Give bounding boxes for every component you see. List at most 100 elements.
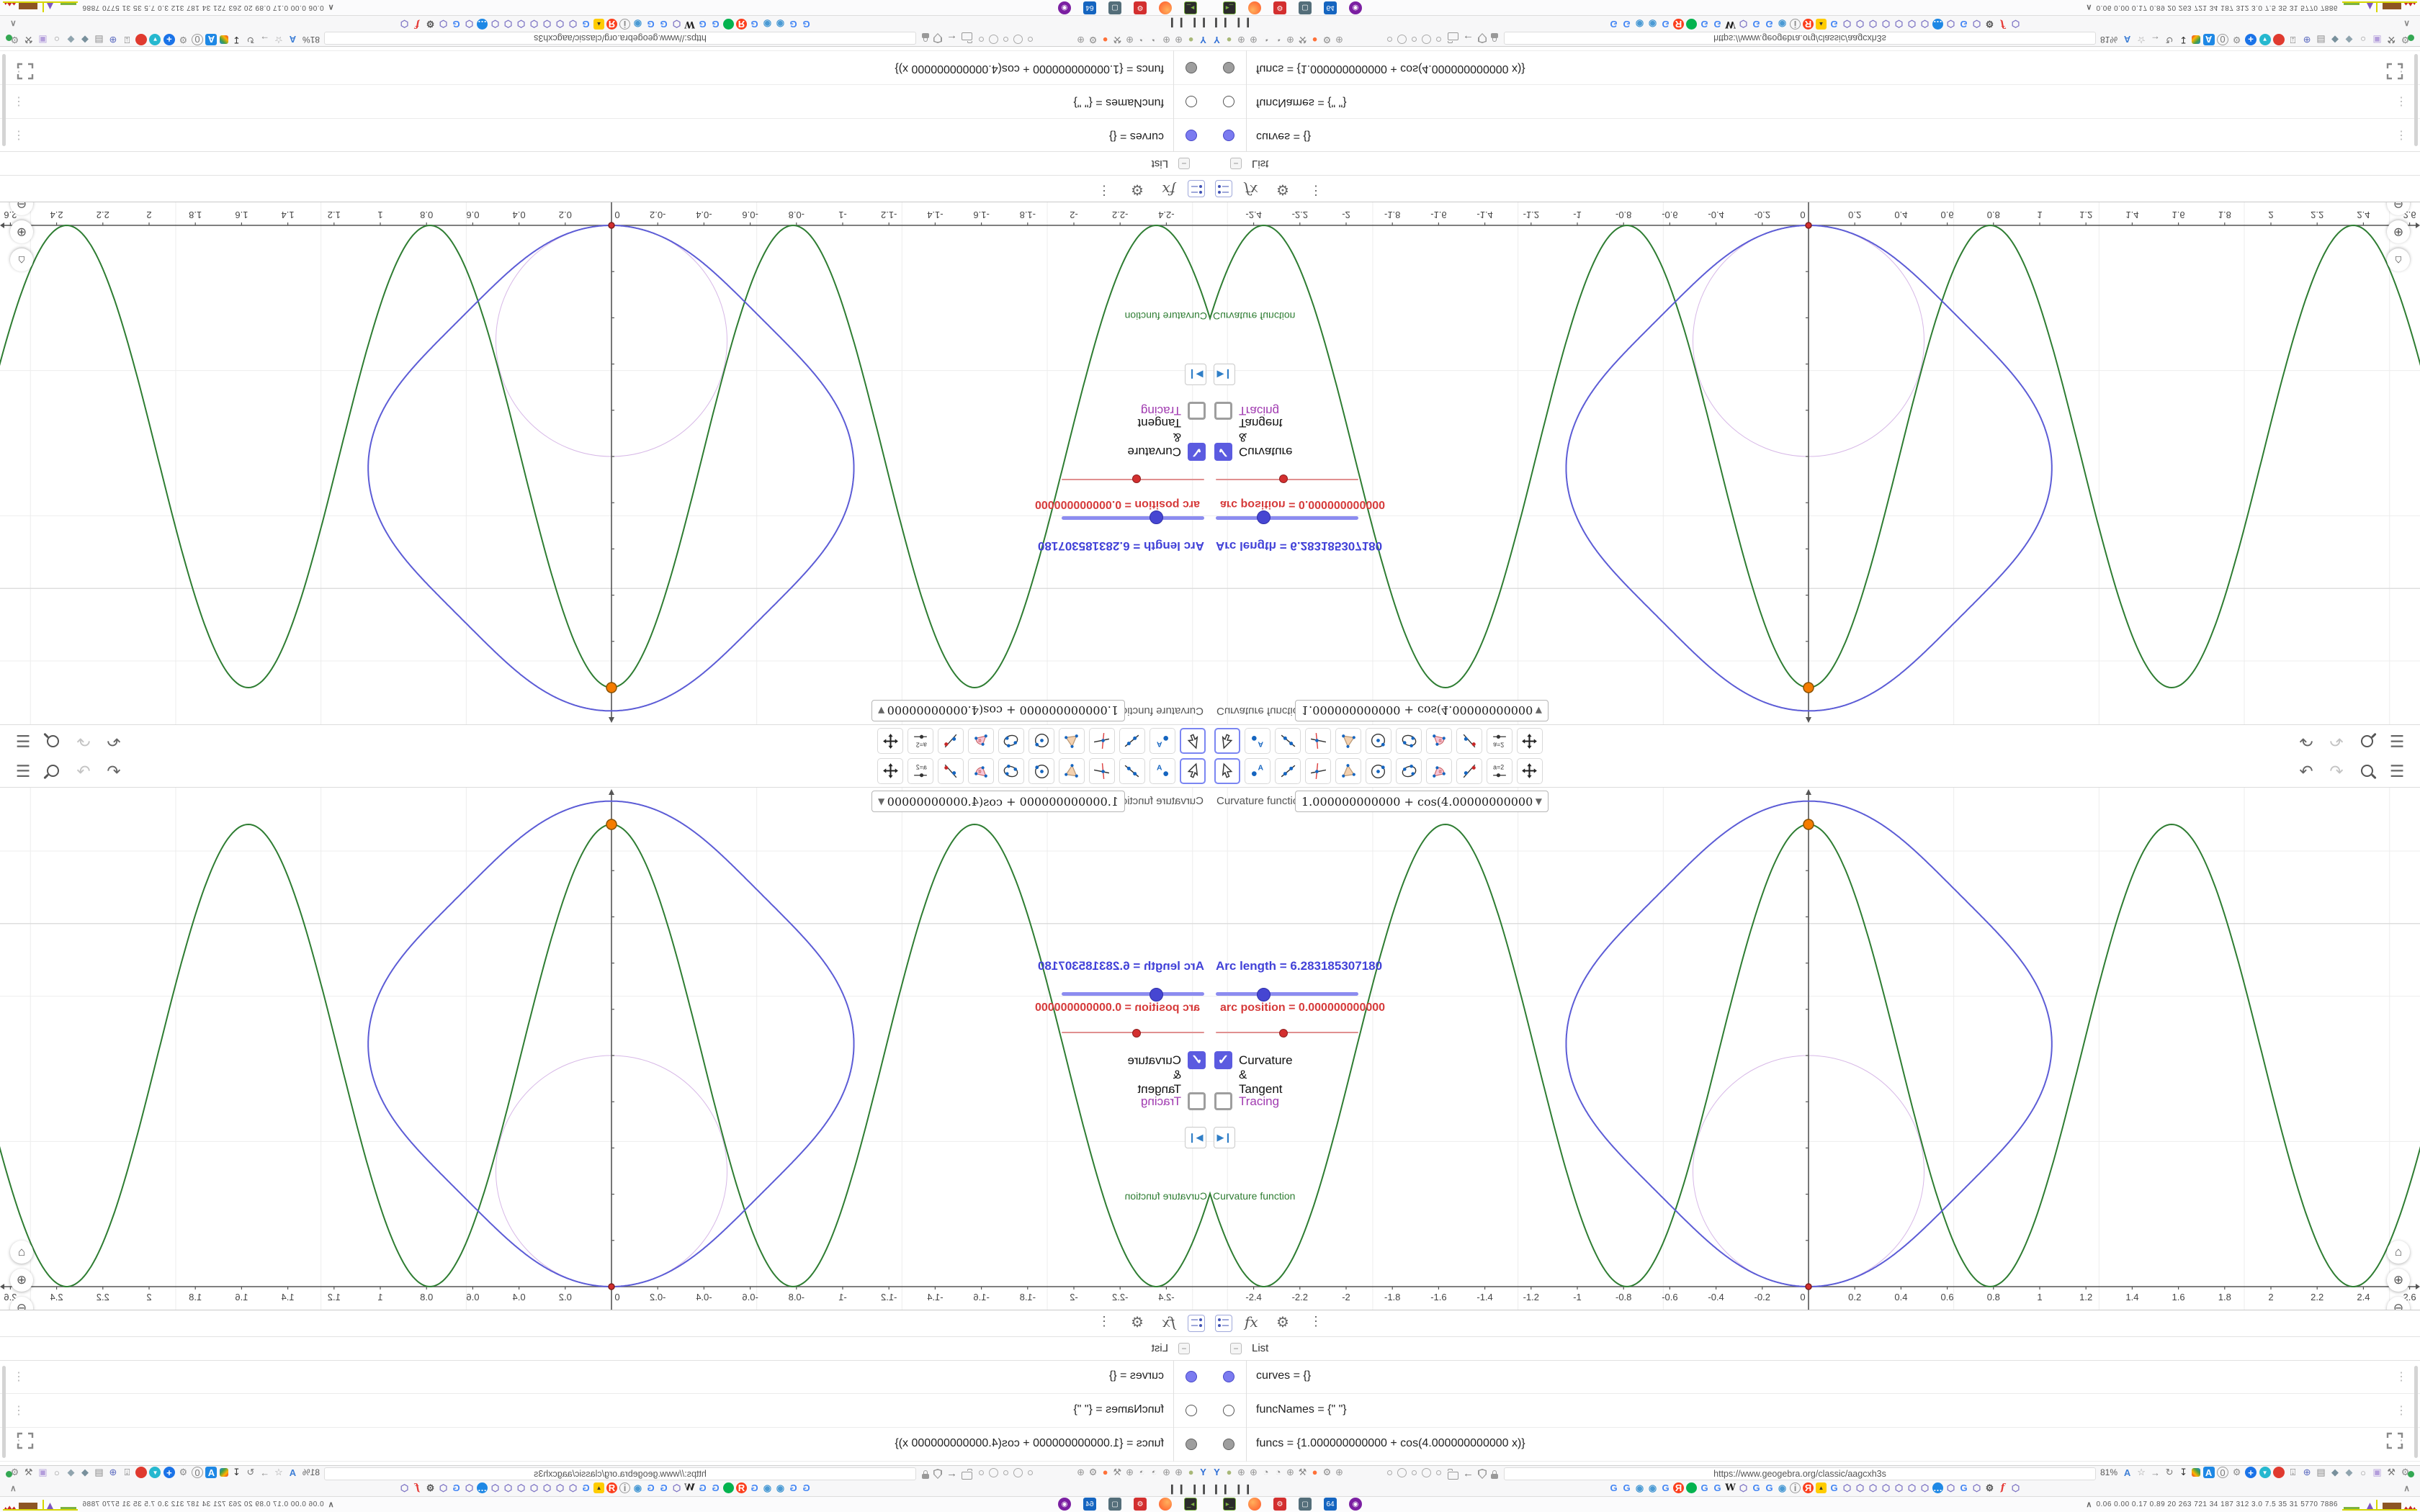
curvature-tangent-checkbox[interactable]: ✓ [1188,443,1206,461]
tool-move-button[interactable] [1180,758,1206,784]
shield-badge-icon[interactable]: ◆ [65,34,76,45]
star-icon[interactable]: ☆ [2136,34,2147,45]
vpn-down-icon[interactable]: ▼ [2259,1467,2271,1478]
tab-dot-icon[interactable] [1422,35,1431,44]
menu-icon[interactable]: ☰ [2387,730,2407,752]
algebra-scrollbar[interactable] [2,1366,6,1458]
shield-icon[interactable] [1478,33,1487,43]
shield-badge-icon[interactable]: ◆ [2344,1467,2355,1478]
arc-length-slider-knob[interactable] [1257,988,1270,1002]
reload-icon[interactable]: ↻ [245,34,256,45]
visibility-toggle-curves[interactable] [1186,1371,1197,1382]
arc-position-slider-knob[interactable] [1132,474,1141,483]
arc-position-slider[interactable] [1216,474,1358,483]
page-zoom-level[interactable]: 81% [2100,35,2118,45]
page-zoom-level[interactable]: 81% [302,35,320,45]
geogebra-icon[interactable]: ⬡ [1894,1482,1904,1493]
google-g-icon[interactable]: G [658,1482,669,1493]
clipboard-icon[interactable]: ▤ [2316,34,2327,45]
google-g-icon[interactable]: G [1621,1482,1632,1493]
globe-icon[interactable]: ⊕ [1075,35,1086,46]
sphere-icon[interactable]: ◉ [762,19,773,30]
puzzle-icon[interactable]: ▣ [37,34,48,45]
highlighter-icon[interactable] [2192,1468,2201,1477]
tab-dot-icon[interactable] [989,1468,998,1477]
chat-icon[interactable]: … [1932,1482,1943,1493]
octopus-icon[interactable] [1686,19,1697,30]
fred-icon[interactable]: f [412,1482,423,1493]
geogebra-icon[interactable]: ⬡ [490,19,501,30]
google-g-icon[interactable]: G [581,19,591,30]
record-icon[interactable] [135,1467,147,1478]
geogebra-icon[interactable]: ⬡ [1894,19,1904,30]
google-g-icon[interactable]: G [801,19,812,30]
google-g-icon[interactable]: G [1829,1482,1839,1493]
gear-icon[interactable]: ⚙ [1984,1482,1995,1493]
info-icon[interactable]: i [619,19,630,30]
visibility-toggle-curves[interactable] [1223,130,1234,141]
translator-app-icon[interactable]: A [2202,34,2215,45]
tool-circle-button[interactable] [1028,758,1054,784]
tools-icon[interactable]: ⚒ [1112,1467,1123,1477]
algebra-row-funcs[interactable]: funcs = {1.000000000000 + cos(4.00000000… [0,50,1210,84]
sphere-icon[interactable]: ◉ [1647,1482,1658,1493]
lo-shield-icon[interactable]: ◆ [79,34,91,45]
tool-point-button[interactable]: A [1245,758,1270,784]
google-g-icon[interactable]: G [658,19,669,30]
wikipedia-icon[interactable]: W [684,19,695,30]
geogebra-icon[interactable]: ⬡ [1906,19,1917,30]
collapse-list-button[interactable]: − [1230,1343,1242,1354]
add-circle-icon[interactable]: + [2245,1467,2257,1478]
geogebra-icon[interactable]: ⬡ [2010,19,2021,30]
container-circle-icon[interactable]: ● [1224,35,1234,45]
terminal-app-icon[interactable]: ▸_ [1184,1498,1197,1511]
tool-ellipse-button[interactable] [1396,758,1422,784]
firefox-app-icon[interactable] [1248,1498,1261,1511]
sphere-icon[interactable]: ◉ [632,19,643,30]
google-g-icon[interactable]: G [1660,1482,1671,1493]
visibility-toggle-curves[interactable] [1186,130,1197,141]
geogebra-icon[interactable]: ⬡ [542,1482,552,1493]
tool-move-graphics-view-button[interactable] [877,728,903,754]
curvature-tangent-checkbox[interactable]: ✓ [1214,443,1232,461]
globe-icon[interactable]: ○ [51,34,63,45]
graphics-view[interactable]: -2.4 -2.2 -2 -1.8 -1.6 -1.4 -1.2 -1 -0.8 -0.6 -0.4… [1210,192,2420,724]
google-g-icon[interactable]: G [1751,19,1762,30]
curvature-function-dropdown[interactable]: 1.000000000000 + cos(4.000000000000 x) ▼ [871,791,1125,812]
geogebra-icon[interactable]: ⬡ [1738,19,1749,30]
more-options-icon[interactable]: ⋮ [1309,1314,1322,1329]
geogebra-icon[interactable]: ⬡ [2010,1482,2021,1493]
visibility-toggle-funcs[interactable] [1186,1439,1197,1450]
tool-slider-button[interactable]: a=2 [1487,728,1512,754]
yandex-icon[interactable]: Я [1803,1482,1814,1493]
highlighter-icon[interactable] [219,35,228,44]
folder-icon[interactable] [1448,32,1458,41]
container-circle-icon[interactable]: ● [1186,1467,1196,1477]
visibility-toggle-funcs[interactable] [1223,1439,1234,1450]
tool-reflect-about-line-button[interactable] [938,728,964,754]
page-zoom-level[interactable]: 81% [2100,1467,2118,1477]
globe-icon[interactable]: ○ [2357,34,2369,45]
globe-icon[interactable]: ⊕ [1236,1467,1247,1477]
geogebra-icon[interactable]: ⬡ [1855,19,1865,30]
forward-arrow-icon[interactable]: → [259,1467,270,1478]
play-pause-button[interactable]: ▶❙ [1185,364,1206,385]
translator-app-icon[interactable]: A [205,34,218,45]
tracing-checkbox[interactable] [1188,402,1206,420]
geogebra-icon[interactable]: ⬡ [1906,1482,1917,1493]
settings-app-icon[interactable]: ⚙ [1134,1498,1147,1511]
tools-icon[interactable]: ⚒ [23,1467,35,1478]
arc-position-slider-knob[interactable] [1279,1029,1288,1038]
geogebra-icon[interactable]: ⬡ [1868,1482,1878,1493]
translator-app-icon[interactable]: A [2202,1467,2215,1478]
tab-dot-icon[interactable] [979,37,984,42]
globe-color-icon[interactable]: ⊕ [2301,1467,2313,1478]
tool-perpendicular-line-button[interactable] [1305,728,1331,754]
star-icon[interactable]: ☆ [273,1467,284,1478]
sphere-icon[interactable]: ◉ [775,1482,786,1493]
visibility-toggle-funcs[interactable] [1223,62,1234,73]
undo-icon[interactable]: ↶ [2296,730,2316,752]
trash-icon[interactable]: ⍗ [121,34,133,45]
tools-icon[interactable]: ⚒ [1297,1467,1308,1477]
tool-point-button[interactable]: A [1150,758,1175,784]
